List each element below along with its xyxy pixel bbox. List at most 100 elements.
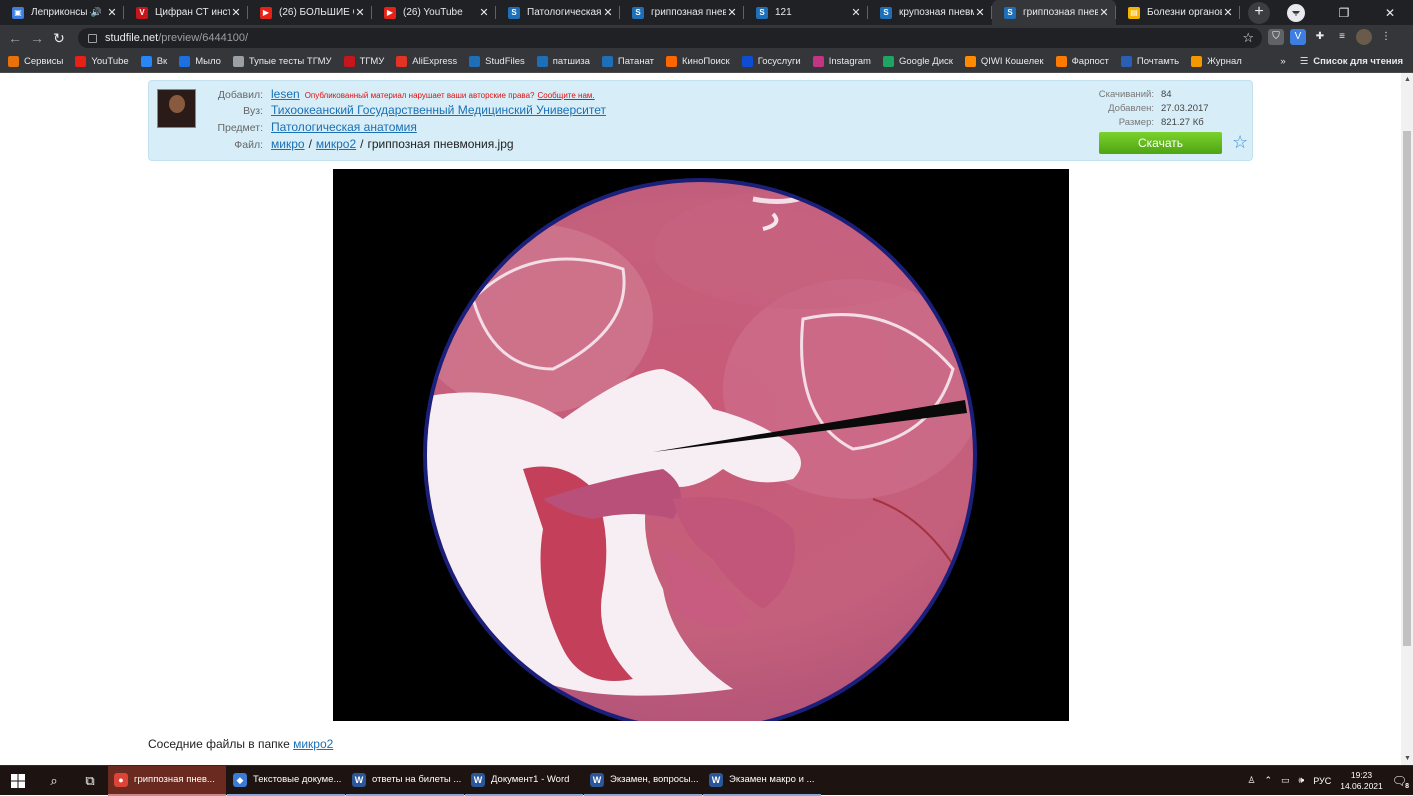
windows-start-icon[interactable] [0, 766, 36, 796]
tab-6[interactable]: S 121 ✕ [744, 0, 868, 25]
tab-audio-icon[interactable]: 🔊 [91, 7, 102, 18]
taskbar-app[interactable]: W Экзамен макро и ... [703, 766, 821, 796]
author-link[interactable]: lesen [271, 87, 300, 101]
tab-7[interactable]: Sкрупозная пневм ✕ [868, 0, 992, 25]
neighbor-folder-link[interactable]: микро2 [293, 737, 333, 751]
scrollbar-thumb[interactable] [1403, 131, 1411, 646]
university-link[interactable]: Тихоокеанский Государственный Медицински… [271, 103, 606, 117]
taskbar-app[interactable]: Wответы на билеты ... [346, 766, 464, 796]
tab-close-icon[interactable]: ✕ [850, 6, 862, 19]
download-button[interactable]: Скачать [1099, 132, 1222, 154]
tab-close-icon[interactable]: ✕ [106, 6, 118, 19]
bookmark-item[interactable]: QIWI Кошелек [964, 56, 1044, 67]
bookmark-item[interactable]: Instagram [812, 56, 871, 67]
bookmark-item[interactable]: ТГМУ [343, 56, 384, 67]
tab-1[interactable]: V Цифран СТ инстр ✕ [124, 0, 248, 25]
forward-icon[interactable]: → [26, 30, 48, 46]
bookmark-label: AliExpress [412, 56, 458, 67]
tab-close-icon[interactable]: ✕ [974, 6, 986, 19]
search-icon[interactable]: ⌕ [36, 766, 72, 796]
tab-8[interactable]: Sгриппозная пнев ✕ [992, 0, 1116, 25]
tab-close-icon[interactable]: ✕ [602, 6, 614, 19]
notifications-icon[interactable]: 🗨 8 [1392, 774, 1411, 790]
added-by-label: Добавил: [217, 89, 263, 101]
bookmark-item[interactable]: YouTube [75, 56, 129, 67]
tab-9[interactable]: ▤ Болезни органов ✕ [1116, 0, 1240, 25]
tab-close-icon[interactable]: ✕ [1098, 6, 1110, 19]
tab-3[interactable]: ▶ (26) YouTube ✕ [372, 0, 496, 25]
reload-icon[interactable]: ↻ [48, 30, 70, 47]
tgmu-icon [343, 56, 355, 67]
bookmark-label: Фарпост [1071, 56, 1109, 67]
network-icon[interactable]: ▭ [1281, 775, 1290, 786]
bookmark-item[interactable]: Фарпост [1055, 56, 1109, 67]
tab-4[interactable]: S Патологическая а ✕ [496, 0, 620, 25]
folder-link-mikro2[interactable]: микро2 [316, 137, 356, 151]
tab-title: Цифран СТ инстр [155, 7, 230, 18]
people-icon[interactable]: ♙ [1247, 775, 1255, 786]
bookmark-star-icon[interactable]: ☆ [1242, 30, 1254, 46]
bookmark-item[interactable]: Журнал [1191, 56, 1242, 67]
folder-link-mikro[interactable]: микро [271, 137, 305, 151]
bookmark-item[interactable]: Почтамть [1120, 56, 1179, 67]
vpn-extension-icon[interactable]: V [1290, 29, 1306, 45]
taskbar-app[interactable]: ● гриппозная пнев... [108, 765, 226, 796]
tab-5[interactable]: Sгриппозная пнев ✕ [620, 0, 744, 25]
menu-icon[interactable]: ⋮ [1378, 29, 1394, 45]
clock[interactable]: 19:23 14.06.2021 [1340, 770, 1383, 792]
file-stats: Скачиваний: 84 Добавлен: 27.03.2017 Размер: 8… [1079, 89, 1209, 131]
more-bookmarks-icon[interactable]: » [1280, 56, 1285, 67]
university-row: Вуз: Тихоокеанский Государственный Медиц… [207, 103, 606, 117]
task-view-icon[interactable]: ⧉ [72, 766, 108, 796]
volume-icon[interactable]: 🕪 [1299, 775, 1305, 786]
tab-strip: ▣ Леприконсы – 🔊 ✕ V Цифран СТ инстр ✕ ▶ (26) БО… [0, 0, 1413, 25]
scroll-up-icon[interactable]: ▲ [1404, 76, 1411, 83]
tab-close-icon[interactable]: ✕ [230, 6, 242, 19]
copyright-report-link[interactable]: Сообщите нам. [537, 91, 594, 100]
subject-link[interactable]: Патологическая анатомия [271, 120, 417, 134]
puzzle-icon[interactable]: ✚ [1312, 29, 1328, 45]
bookmark-item[interactable]: Мыло [179, 56, 221, 67]
bookmark-item[interactable]: Тупые тесты ТГМУ [232, 56, 332, 67]
language-indicator[interactable]: РУС [1313, 776, 1331, 786]
bookmark-item[interactable]: StudFiles [469, 56, 525, 67]
bookmark-item[interactable]: КиноПоиск [666, 56, 730, 67]
taskbar-app-label: Экзамен, вопросы... [610, 774, 699, 785]
taskbar-app[interactable]: W Документ1 - Word [465, 766, 583, 796]
close-icon[interactable]: ✕ [1367, 6, 1413, 20]
bookmark-item[interactable]: Вк [140, 56, 168, 67]
stat-label: Скачиваний: [1098, 89, 1154, 100]
back-icon[interactable]: ← [4, 30, 26, 46]
address-bar[interactable]: studfile.net /preview/6444100/ ☆ [78, 28, 1262, 48]
restore-icon[interactable]: ❐ [1321, 6, 1367, 20]
playlist-icon[interactable]: ≡ [1334, 29, 1350, 45]
bookmark-item[interactable]: Сервисы [8, 56, 63, 67]
stat-value: 27.03.2017 [1161, 103, 1209, 114]
word-icon: W [352, 772, 366, 787]
taskbar-app[interactable]: W Экзамен, вопросы... [584, 766, 702, 796]
bookmark-item[interactable]: Google Диск [882, 56, 953, 67]
tab-title: крупозная пневм [899, 7, 974, 18]
new-tab-button[interactable]: + [1248, 2, 1270, 24]
tab-close-icon[interactable]: ✕ [478, 6, 490, 19]
tab-0[interactable]: ▣ Леприконсы – 🔊 ✕ [0, 0, 124, 25]
page-scrollbar[interactable]: ▲ ▼ [1401, 73, 1413, 765]
tab-close-icon[interactable]: ✕ [1222, 6, 1234, 19]
shield-icon[interactable]: ⛉ [1268, 29, 1284, 45]
taskbar-app[interactable]: ◆ Текстовые докуме... [227, 766, 345, 796]
minimize-icon[interactable]: — [1275, 6, 1321, 20]
bookmark-label: Вк [156, 56, 168, 67]
tab-close-icon[interactable]: ✕ [726, 6, 738, 19]
avatar[interactable] [157, 89, 196, 128]
avatar[interactable] [1356, 29, 1372, 45]
favorite-star-icon[interactable]: ☆ [1232, 132, 1248, 153]
reading-list-button[interactable]: Список для чтения [1313, 56, 1403, 67]
tab-close-icon[interactable]: ✕ [354, 6, 366, 19]
tab-2[interactable]: ▶ (26) БОЛЬШИЕ СЕ✕ [248, 0, 372, 25]
bookmark-item[interactable]: Патанат [601, 56, 654, 67]
scroll-down-icon[interactable]: ▼ [1404, 755, 1411, 762]
bookmark-item[interactable]: патшиза [536, 56, 590, 67]
tray-chevron-icon[interactable]: ⌃ [1264, 775, 1272, 786]
bookmark-item[interactable]: AliExpress [396, 56, 457, 67]
bookmark-item[interactable]: Госуслуги [741, 56, 801, 67]
